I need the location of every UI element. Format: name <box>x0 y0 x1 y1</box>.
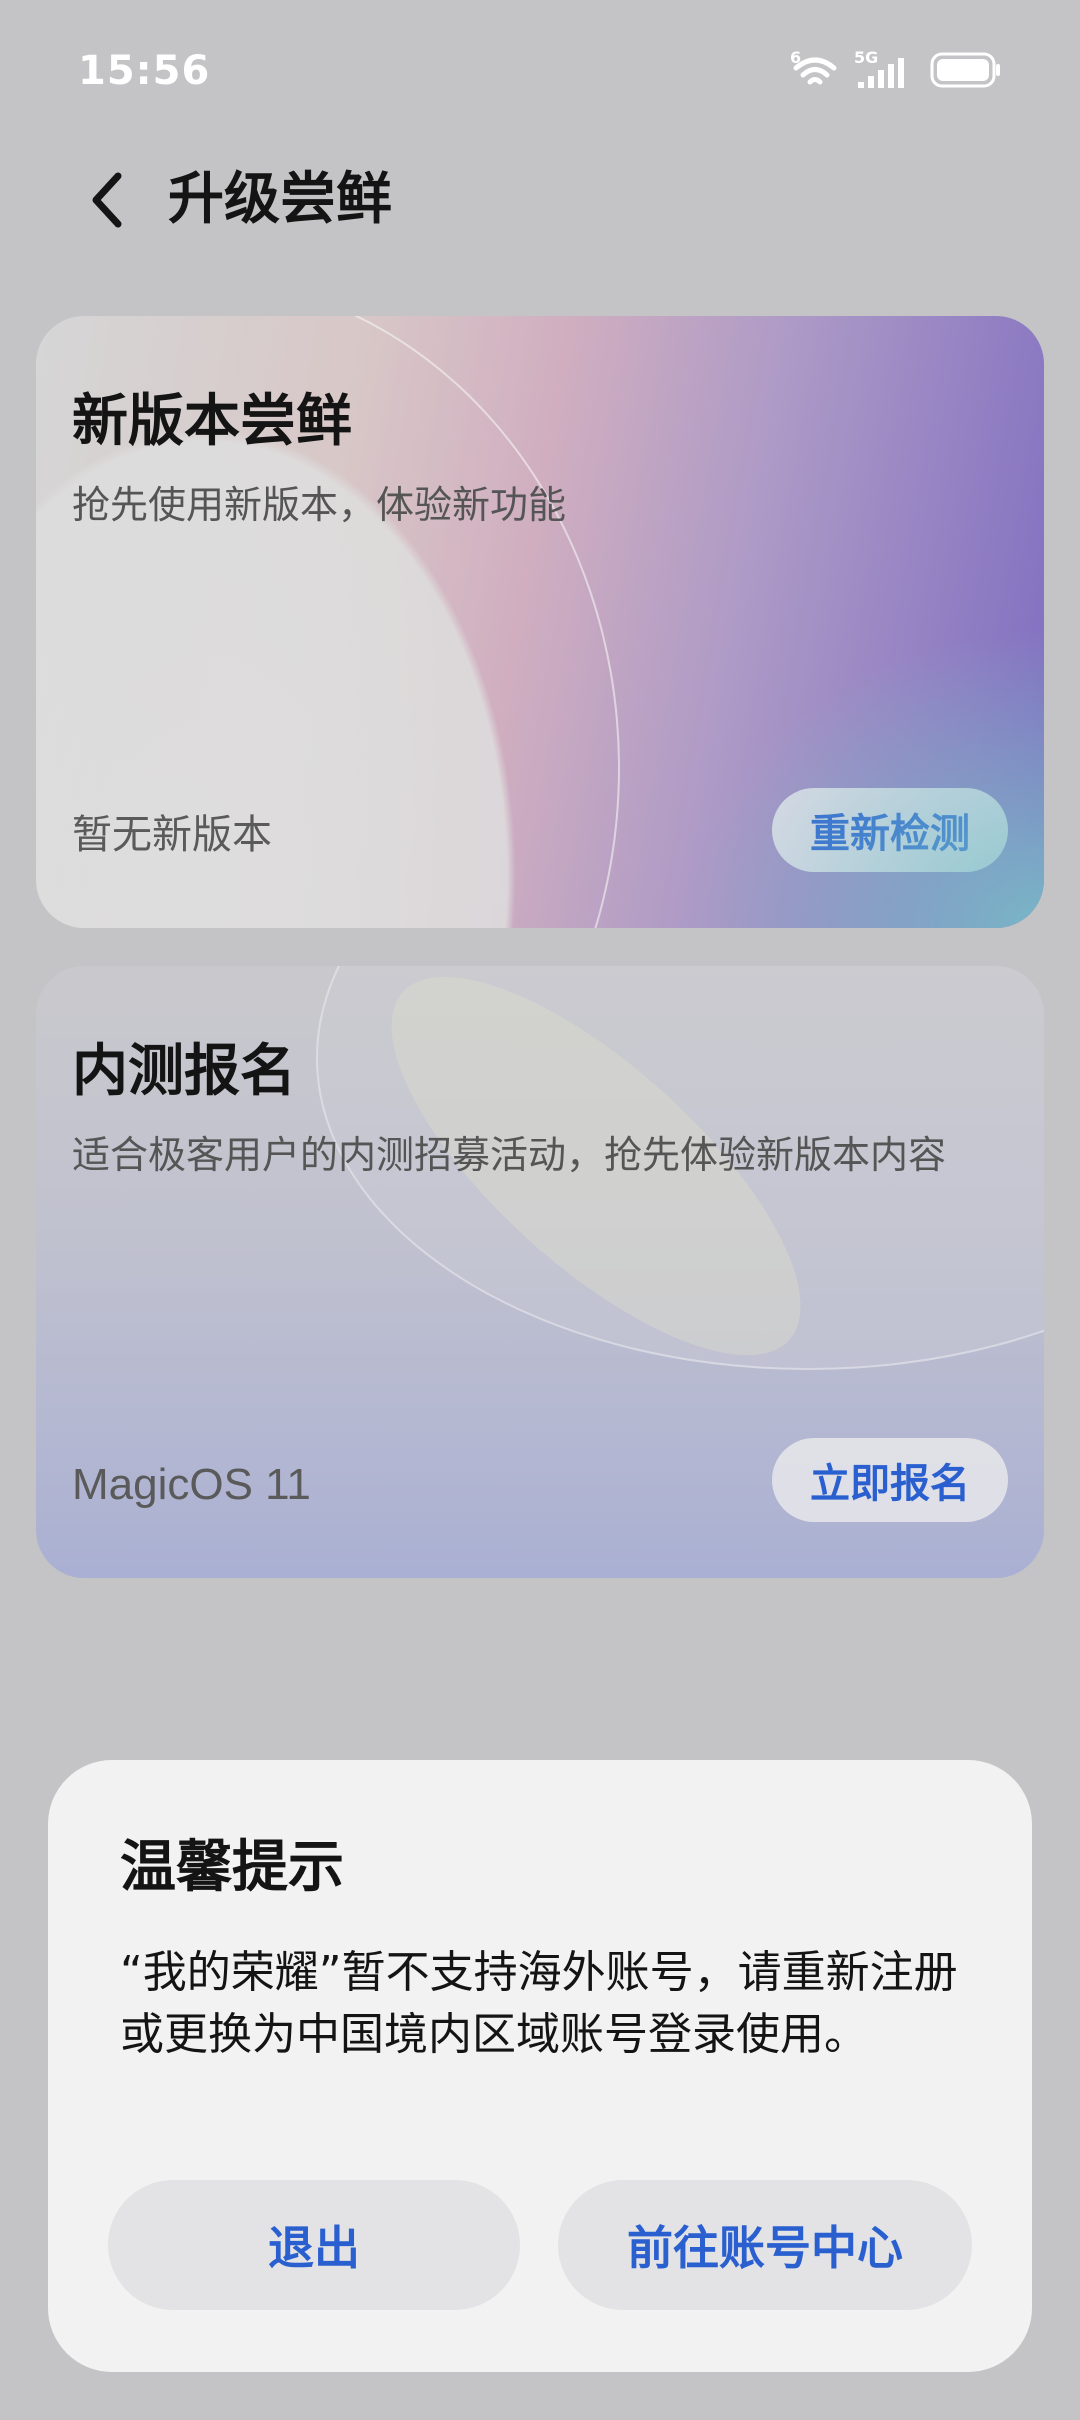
wifi-badge: 6 <box>790 48 802 67</box>
recheck-button[interactable]: 重新检测 <box>772 788 1008 872</box>
page-title: 升级尝鲜 <box>168 167 392 232</box>
status-time: 15:56 <box>78 48 211 94</box>
status-bar: 15:56 6 5G <box>0 0 1080 140</box>
chevron-left-icon <box>92 172 122 228</box>
back-button[interactable] <box>72 164 144 236</box>
card-description: 适合极客用户的内测招募活动，抢先体验新版本内容 <box>72 1133 947 1177</box>
card-title: 新版本尝鲜 <box>72 389 352 454</box>
header: 升级尝鲜 <box>0 150 1080 250</box>
signal-icon: 5G <box>854 48 916 92</box>
beta-version-card: 新版本尝鲜 抢先使用新版本，体验新功能 暂无新版本 重新检测 <box>36 316 1044 928</box>
card-description: 抢先使用新版本，体验新功能 <box>72 483 567 527</box>
account-center-button[interactable]: 前往账号中心 <box>558 2180 972 2310</box>
dialog-message: “我的荣耀”暂不支持海外账号，请重新注册或更换为中国境内区域账号登录使用。 <box>120 1947 958 2060</box>
signup-button[interactable]: 立即报名 <box>772 1438 1008 1522</box>
wifi-icon: 6 <box>790 48 840 90</box>
os-version: MagicOS 11 <box>72 1460 311 1509</box>
beta-signup-card: 内测报名 适合极客用户的内测招募活动，抢先体验新版本内容 MagicOS 11 … <box>36 966 1044 1578</box>
status-icons: 6 5G <box>790 48 1002 92</box>
network-type: 5G <box>854 48 879 67</box>
exit-button[interactable]: 退出 <box>108 2180 520 2310</box>
card-title: 内测报名 <box>72 1039 296 1104</box>
battery-icon <box>930 52 1002 92</box>
dialog-title: 温馨提示 <box>120 1835 344 1900</box>
notice-dialog: 温馨提示 “我的荣耀”暂不支持海外账号，请重新注册或更换为中国境内区域账号登录使… <box>48 1760 1032 2372</box>
version-status: 暂无新版本 <box>72 812 272 858</box>
